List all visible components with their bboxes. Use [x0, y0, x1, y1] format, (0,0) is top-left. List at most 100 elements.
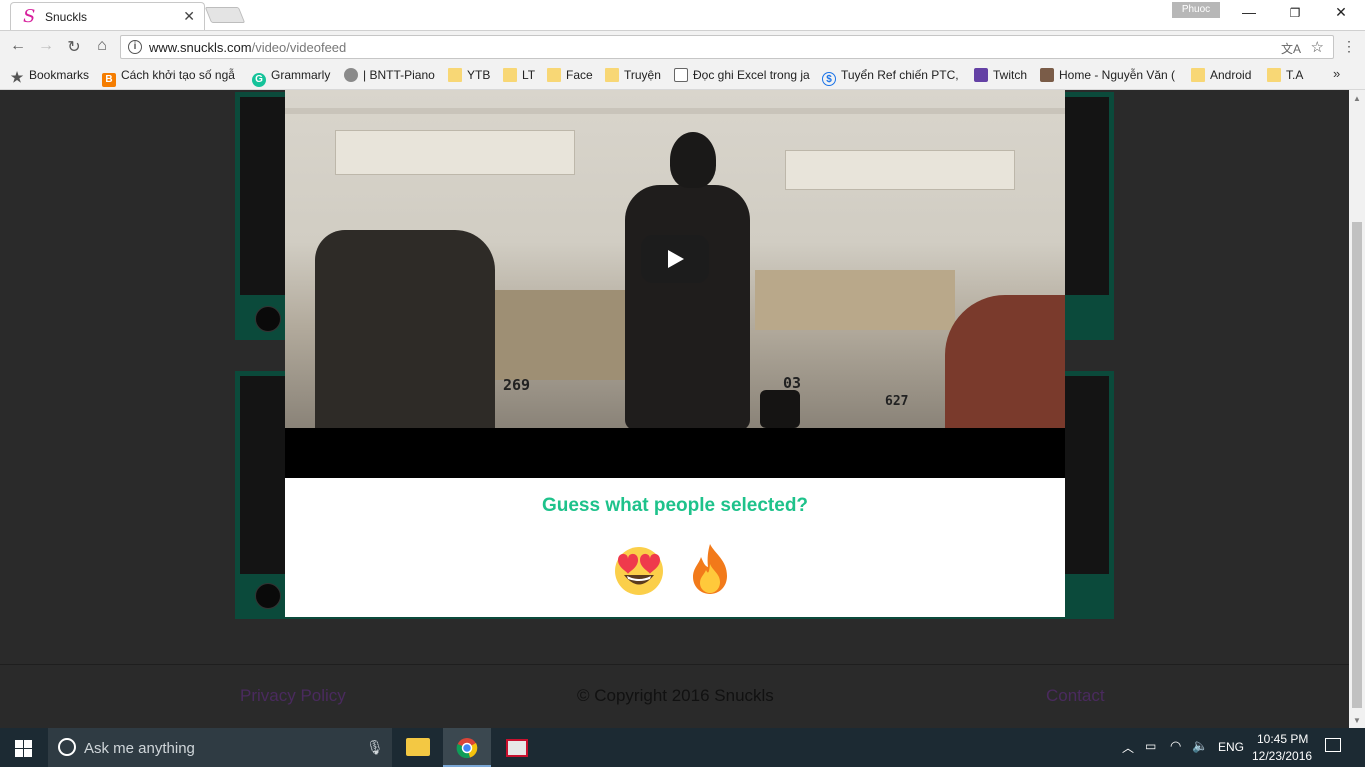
- translate-icon[interactable]: 文A: [1281, 40, 1301, 57]
- chrome-menu-icon[interactable]: ⋮: [1342, 38, 1356, 55]
- nike-avatar-icon[interactable]: [255, 583, 281, 609]
- folder-icon: [605, 68, 619, 82]
- bookmark-item[interactable]: YTB: [448, 68, 490, 82]
- clock-time[interactable]: 10:45 PM: [1257, 732, 1308, 746]
- scroll-down-icon[interactable]: ▼: [1353, 716, 1361, 725]
- address-bar[interactable]: i www.snuckls.com/video/videofeed 文A ☆: [120, 35, 1334, 59]
- bookmark-label: Grammarly: [271, 68, 331, 82]
- bookmark-item[interactable]: Đọc ghi Excel trong ja: [674, 68, 810, 82]
- scroll-up-icon[interactable]: ▲: [1353, 94, 1361, 103]
- minimize-icon[interactable]: —: [1239, 4, 1259, 20]
- bookmark-item[interactable]: Face: [547, 68, 593, 82]
- bookmark-item[interactable]: Truyện: [605, 68, 661, 82]
- clock-date[interactable]: 12/23/2016: [1252, 749, 1312, 763]
- file-explorer-icon[interactable]: [406, 738, 430, 756]
- bookmark-item[interactable]: $ Tuyển Ref chiến PTC,: [822, 68, 959, 86]
- cat-icon: [344, 68, 358, 82]
- bookmark-label: Cách khởi tạo số ngẫ: [121, 68, 235, 82]
- ceiling-light: [285, 108, 1065, 114]
- tab-title: Snuckls: [45, 10, 88, 24]
- quiz-question: Guess what people selected?: [541, 495, 809, 516]
- reload-icon[interactable]: ↻: [64, 37, 84, 57]
- bookmark-item[interactable]: B Cách khởi tạo số ngẫ: [102, 68, 235, 87]
- language-indicator[interactable]: ENG: [1218, 740, 1244, 754]
- store-shelf: [475, 290, 625, 380]
- close-window-icon[interactable]: ✕: [1331, 4, 1351, 21]
- star-icon: ★: [10, 69, 24, 85]
- nike-avatar-icon[interactable]: [255, 306, 281, 332]
- profile-button[interactable]: Phuoc: [1172, 2, 1220, 18]
- person-head: [670, 132, 716, 188]
- car-right: [945, 295, 1065, 435]
- bookmark-label: Android: [1210, 68, 1252, 82]
- bookmark-label: T.A: [1286, 68, 1304, 82]
- chrome-taskbar-button[interactable]: [443, 728, 491, 767]
- windows-start-icon[interactable]: [15, 740, 32, 757]
- app-taskbar-icon[interactable]: [506, 739, 528, 757]
- price-tag: 269: [503, 376, 531, 394]
- new-tab-button[interactable]: [204, 7, 246, 23]
- play-button[interactable]: [641, 235, 709, 283]
- url-host: www.snuckls.com: [149, 40, 252, 55]
- twitch-icon: [974, 68, 988, 82]
- person-silhouette: [625, 185, 750, 430]
- avatar-icon: [1040, 68, 1054, 82]
- video-player[interactable]: 269 03 627: [285, 90, 1065, 478]
- battery-icon[interactable]: ▭: [1145, 739, 1156, 753]
- store-sign: [335, 130, 575, 175]
- folder-icon: [448, 68, 462, 82]
- bookmark-label: Truyện: [624, 68, 661, 82]
- page-icon: [674, 68, 688, 82]
- heart-eyes-emoji-icon[interactable]: [612, 542, 666, 596]
- dollar-icon: $: [822, 72, 836, 86]
- tab-close-icon[interactable]: ✕: [183, 8, 195, 25]
- back-icon[interactable]: ←: [8, 37, 28, 55]
- bookmark-item[interactable]: Twitch: [974, 68, 1027, 82]
- bookmark-item[interactable]: Home - Nguyễn Văn (: [1040, 68, 1175, 82]
- contact-link[interactable]: Contact: [1046, 686, 1105, 706]
- bookmark-item[interactable]: Android: [1191, 68, 1251, 82]
- chrome-icon: [456, 738, 478, 759]
- folder-icon: [1191, 68, 1205, 82]
- privacy-policy-link[interactable]: Privacy Policy: [240, 686, 346, 706]
- cortana-icon: [58, 738, 76, 756]
- folder-icon: [1267, 68, 1281, 82]
- bookmark-item[interactable]: G Grammarly: [252, 68, 330, 87]
- browser-tab[interactable]: S Snuckls ✕: [10, 2, 205, 30]
- bookmark-item[interactable]: ★ Bookmarks: [10, 68, 89, 84]
- notifications-icon[interactable]: [1325, 738, 1341, 752]
- microphone-icon[interactable]: 🎙: [366, 739, 384, 756]
- taskbar: Ask me anything 🎙 ︿ ▭ ◠ 🔈 ENG 10:45 PM 1…: [0, 728, 1365, 767]
- volume-muted-icon[interactable]: 🔈: [1192, 738, 1208, 754]
- bookmark-item[interactable]: LT: [503, 68, 535, 82]
- browser-toolbar: ← → ↻ ⌂ i www.snuckls.com/video/videofee…: [0, 30, 1365, 62]
- copyright-text: © Copyright 2016 Snuckls: [577, 686, 774, 705]
- url-path: /video/videofeed: [251, 40, 347, 55]
- fire-emoji-icon[interactable]: [683, 542, 737, 596]
- search-placeholder: Ask me anything: [84, 740, 195, 757]
- bookmark-item[interactable]: | BNTT-Piano: [344, 68, 435, 82]
- video-letterbox: [285, 428, 1065, 478]
- page-scrollbar[interactable]: ▲ ▼: [1349, 90, 1365, 728]
- info-icon[interactable]: i: [128, 40, 142, 54]
- person-bag: [760, 390, 800, 428]
- bookmark-label: Đọc ghi Excel trong ja: [693, 68, 810, 82]
- wifi-icon[interactable]: ◠: [1170, 738, 1181, 754]
- bookmark-item[interactable]: T.A: [1267, 68, 1303, 82]
- bookmark-label: Face: [566, 68, 593, 82]
- forward-icon[interactable]: →: [36, 37, 56, 55]
- bookmark-star-icon[interactable]: ☆: [1311, 38, 1324, 56]
- grammarly-icon: G: [252, 73, 266, 87]
- bookmarks-overflow-button[interactable]: »: [1333, 66, 1340, 81]
- chevron-up-icon[interactable]: ︿: [1122, 739, 1134, 756]
- footer-divider: [0, 664, 1349, 665]
- price-tag: 627: [885, 394, 909, 409]
- bookmark-label: Home - Nguyễn Văn (: [1059, 68, 1176, 82]
- price-tag: 03: [783, 374, 802, 392]
- scroll-thumb[interactable]: [1352, 222, 1362, 708]
- browser-tab-bar: S Snuckls ✕ Phuoc — ❐ ✕: [0, 0, 1365, 30]
- restore-icon[interactable]: ❐: [1285, 6, 1305, 20]
- cortana-search-box[interactable]: Ask me anything 🎙: [48, 728, 392, 767]
- url-text[interactable]: www.snuckls.com/video/videofeed: [149, 40, 346, 55]
- home-icon[interactable]: ⌂: [92, 37, 112, 55]
